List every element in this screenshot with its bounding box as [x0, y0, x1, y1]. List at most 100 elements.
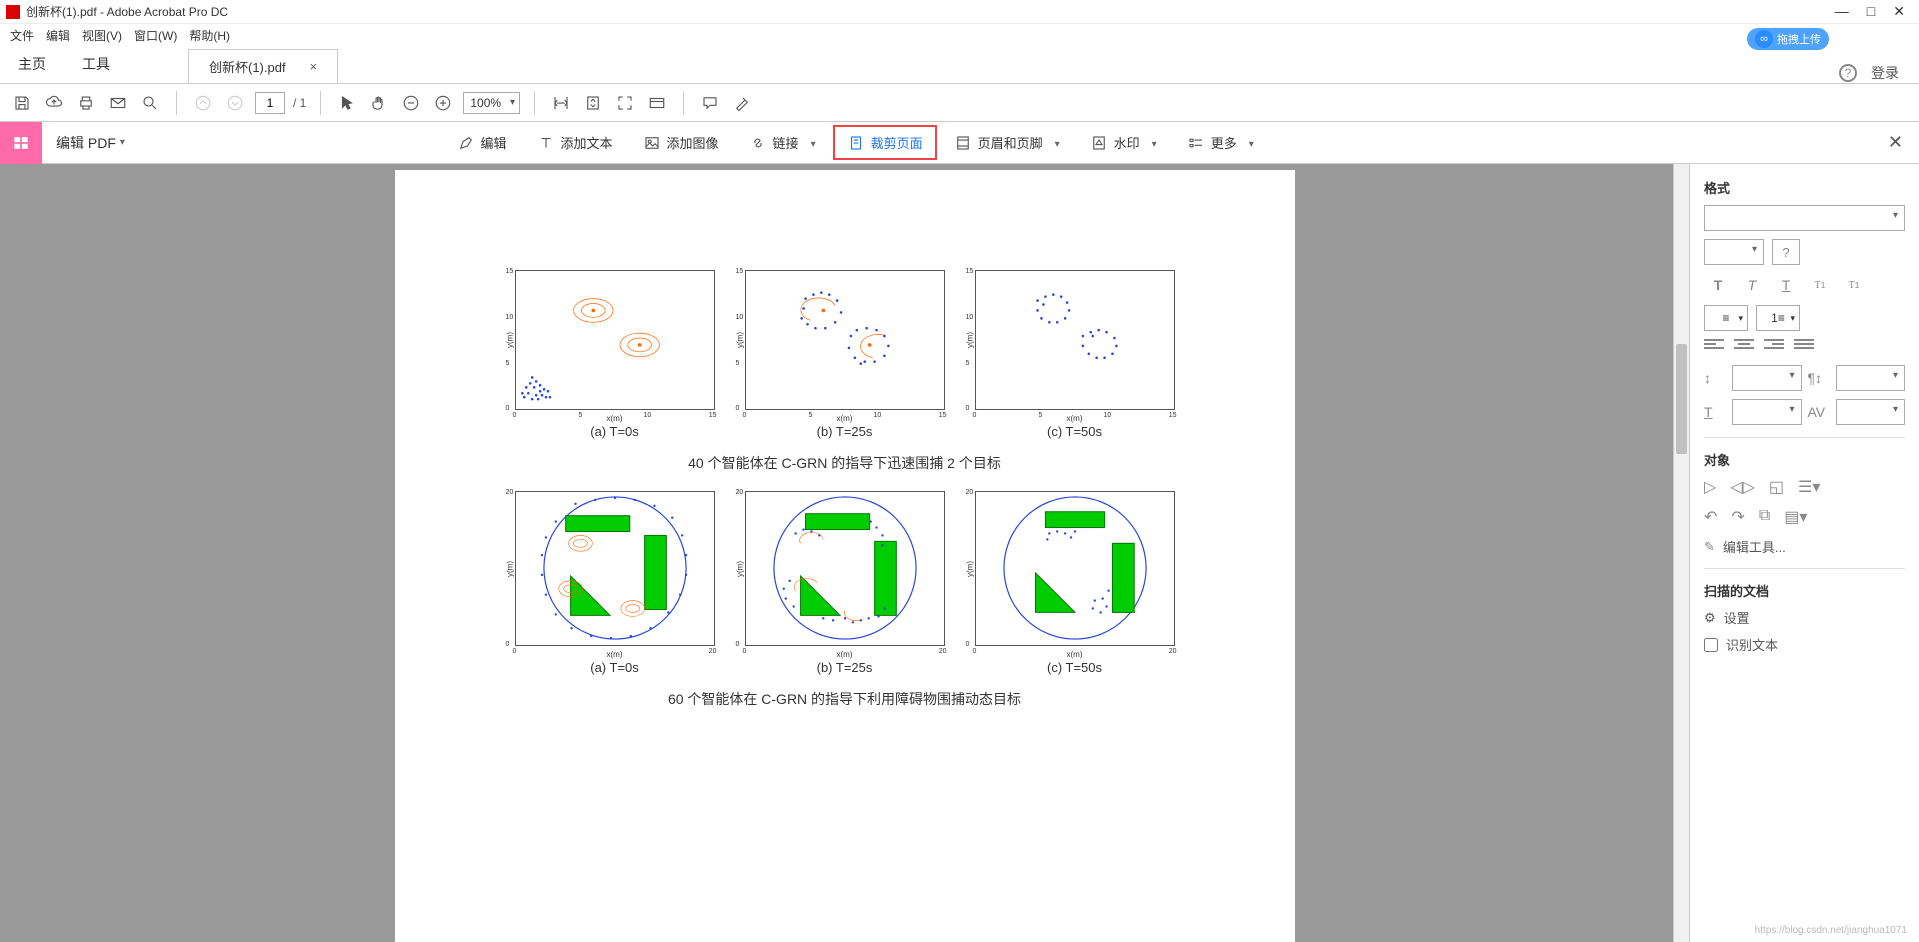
subscript-icon[interactable]: T1: [1840, 273, 1868, 297]
char-spacing-icon: AV: [1808, 404, 1830, 420]
align-left-icon[interactable]: [1704, 339, 1724, 355]
underline-icon[interactable]: T: [1772, 273, 1800, 297]
right-panel: 格式 ? T T T T1 T1 ≡ 1≡ ↕ ¶↕: [1689, 164, 1919, 942]
upload-badge[interactable]: ∞ 拖拽上传: [1747, 28, 1829, 50]
tab-bar: 主页 工具 创新杯(1).pdf × ? 登录: [0, 46, 1919, 84]
align-row: [1704, 339, 1905, 355]
main-toolbar: / 1 100%: [0, 84, 1919, 122]
edit-actions: 编辑 添加文本 添加图像 链接 裁剪页面 页眉和页脚 水印 更多: [444, 125, 1267, 160]
bold-icon[interactable]: T: [1704, 273, 1732, 297]
object-row-2: ↶ ↷ ⧉ ▤▾: [1704, 507, 1905, 527]
settings-link[interactable]: ⚙ 设置: [1704, 608, 1905, 627]
bullet-list-button[interactable]: ≡: [1704, 305, 1748, 331]
close-tab-icon[interactable]: ×: [310, 59, 318, 74]
edit-pdf-tool-icon[interactable]: [0, 122, 42, 164]
page-up-icon[interactable]: [191, 91, 215, 115]
menu-help[interactable]: 帮助(H): [189, 27, 230, 44]
search-icon[interactable]: [138, 91, 162, 115]
link-button[interactable]: 链接: [736, 126, 829, 159]
header-footer-button[interactable]: 页眉和页脚: [941, 126, 1073, 159]
page-down-icon[interactable]: [223, 91, 247, 115]
font-family-select[interactable]: [1704, 205, 1905, 231]
font-size-select[interactable]: [1704, 239, 1764, 265]
align-menu-icon[interactable]: ☰▾: [1798, 477, 1820, 497]
close-edit-bar-icon[interactable]: ✕: [1888, 132, 1919, 153]
scrollbar-thumb[interactable]: [1676, 344, 1687, 454]
zoom-out-icon[interactable]: [399, 91, 423, 115]
document-tab[interactable]: 创新杯(1).pdf ×: [188, 49, 338, 83]
paragraph-spacing-select[interactable]: [1836, 365, 1906, 391]
fit-page-icon[interactable]: [581, 91, 605, 115]
document-viewport[interactable]: y(m) x(m) 051015 051015 (a) T=0s: [0, 164, 1689, 942]
close-window-button[interactable]: ✕: [1893, 3, 1905, 20]
tab-home[interactable]: 主页: [0, 45, 64, 83]
flip-v-icon[interactable]: ◁▷: [1730, 477, 1755, 497]
hand-icon[interactable]: [367, 91, 391, 115]
menu-edit[interactable]: 编辑: [46, 27, 70, 44]
rotate-ccw-icon[interactable]: ↶: [1704, 507, 1717, 527]
crop-icon[interactable]: ◱: [1769, 477, 1784, 497]
edit-pdf-dropdown[interactable]: 编辑 PDF: [42, 133, 133, 153]
plot-1c: y(m)x(m) 051015 051015: [975, 270, 1175, 410]
align-justify-icon[interactable]: [1794, 339, 1814, 355]
tab-tools[interactable]: 工具: [64, 45, 128, 83]
arrange-menu-icon[interactable]: ▤▾: [1784, 507, 1807, 527]
caption-2b: (b) T=25s: [745, 660, 945, 675]
watermark-button[interactable]: 水印: [1077, 126, 1170, 159]
menu-bar: 文件 编辑 视图(V) 窗口(W) 帮助(H): [0, 24, 1919, 46]
maximize-button[interactable]: □: [1867, 3, 1875, 20]
doc-tab-label: 创新杯(1).pdf: [209, 57, 286, 76]
crop-page-button[interactable]: 裁剪页面: [833, 125, 937, 160]
font-help-icon[interactable]: ?: [1772, 239, 1800, 265]
edit-pdf-bar: 编辑 PDF 编辑 添加文本 添加图像 链接 裁剪页面 页眉和页脚 水印 更多 …: [0, 122, 1919, 164]
mail-icon[interactable]: [106, 91, 130, 115]
caption-2a: (a) T=0s: [515, 660, 715, 675]
line-spacing-icon: ↕: [1704, 370, 1726, 386]
text-color-icon: T: [1704, 404, 1726, 420]
char-spacing-select[interactable]: [1836, 399, 1906, 425]
edit-button[interactable]: 编辑: [444, 126, 520, 159]
pointer-icon[interactable]: [335, 91, 359, 115]
fullscreen-icon[interactable]: [613, 91, 637, 115]
menu-window[interactable]: 窗口(W): [134, 27, 177, 44]
zoom-in-icon[interactable]: [431, 91, 455, 115]
menu-file[interactable]: 文件: [10, 27, 34, 44]
more-button[interactable]: 更多: [1174, 126, 1267, 159]
add-image-button[interactable]: 添加图像: [630, 126, 732, 159]
figure-1-title: 40 个智能体在 C-GRN 的指导下迅速围捕 2 个目标: [455, 453, 1235, 473]
pdf-page: y(m) x(m) 051015 051015 (a) T=0s: [395, 170, 1295, 942]
scrollbar-track[interactable]: [1673, 164, 1689, 942]
number-list-button[interactable]: 1≡: [1756, 305, 1800, 331]
read-mode-icon[interactable]: [645, 91, 669, 115]
page-number-input[interactable]: [255, 92, 285, 114]
comment-icon[interactable]: [698, 91, 722, 115]
flip-h-icon[interactable]: ▷: [1704, 477, 1716, 497]
help-icon[interactable]: ?: [1839, 64, 1857, 82]
add-text-button[interactable]: 添加文本: [524, 126, 626, 159]
object-row-1: ▷ ◁▷ ◱ ☰▾: [1704, 477, 1905, 497]
save-icon[interactable]: [10, 91, 34, 115]
pdf-file-icon: [6, 5, 20, 19]
print-icon[interactable]: [74, 91, 98, 115]
italic-icon[interactable]: T: [1738, 273, 1766, 297]
recognize-text-checkbox[interactable]: 识别文本: [1704, 635, 1905, 654]
rotate-cw-icon[interactable]: ↷: [1731, 507, 1744, 527]
align-right-icon[interactable]: [1764, 339, 1784, 355]
text-color-select[interactable]: [1732, 399, 1802, 425]
line-spacing-select[interactable]: [1732, 365, 1802, 391]
figure-row-1: y(m) x(m) 051015 051015 (a) T=0s: [455, 270, 1235, 439]
menu-view[interactable]: 视图(V): [82, 27, 122, 44]
page-watermark: https://blog.csdn.net/jianghua1071: [1755, 925, 1907, 936]
minimize-button[interactable]: —: [1835, 3, 1849, 20]
zoom-select[interactable]: 100%: [463, 92, 520, 114]
fit-width-icon[interactable]: [549, 91, 573, 115]
replace-image-icon[interactable]: ⧉: [1759, 507, 1770, 527]
object-heading: 对象: [1704, 450, 1905, 469]
page-total: / 1: [293, 96, 306, 110]
cloud-upload-icon[interactable]: [42, 91, 66, 115]
edit-tool-link[interactable]: 编辑工具...: [1704, 537, 1905, 556]
align-center-icon[interactable]: [1734, 339, 1754, 355]
highlight-icon[interactable]: [730, 91, 754, 115]
login-link[interactable]: 登录: [1871, 63, 1899, 83]
superscript-icon[interactable]: T1: [1806, 273, 1834, 297]
